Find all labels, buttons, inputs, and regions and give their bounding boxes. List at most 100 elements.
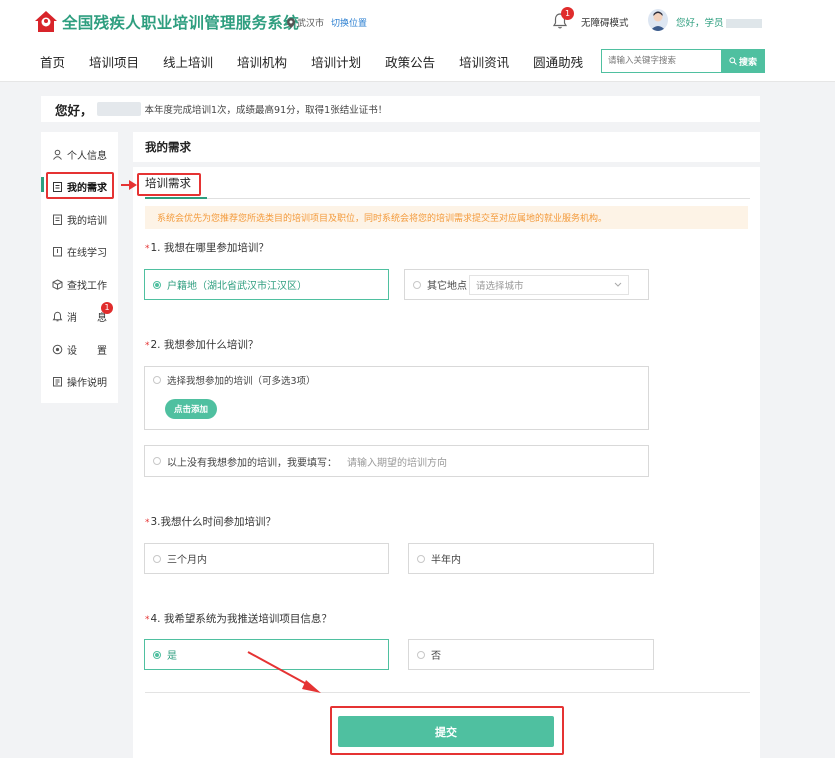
sidebar-item-manual[interactable]: 操作说明 — [52, 374, 107, 389]
sidebar-item-label: 操作说明 — [67, 378, 107, 389]
required-mark: * — [145, 341, 150, 351]
welcome-hello: 您好， — [55, 102, 93, 118]
nav-training-projects[interactable]: 培训项目 — [89, 52, 139, 71]
option-label: 是 — [167, 651, 177, 662]
option-yes[interactable]: 是 — [144, 639, 389, 670]
notification-badge: 1 — [561, 7, 574, 20]
book-icon — [53, 247, 62, 257]
nav-training-institutions[interactable]: 培训机构 — [237, 52, 287, 71]
welcome-bar: 您好， 本年度完成培训1次，成绩最高91分，取得1张结业证书！ — [41, 96, 760, 122]
custom-training-input[interactable]: 请输入期望的培训方向 — [347, 454, 447, 469]
cube-icon — [52, 279, 63, 290]
switch-location-link[interactable]: 切换位置 — [331, 16, 367, 29]
required-mark: * — [145, 518, 150, 528]
option-label: 三个月内 — [167, 555, 207, 566]
question-4-label: 4. 我希望系统为我推送培训项目信息？ — [150, 613, 332, 625]
add-training-button[interactable]: 点击添加 — [165, 399, 217, 419]
multi-select-label: 选择我想参加的培训（可多选3项） — [167, 376, 316, 387]
notice-banner: 系统会优先为您推荐您所选类目的培训项目及职位，同时系统会将您的培训需求提交至对应… — [145, 206, 748, 229]
question-2-label: 2. 我想参加什么培训？ — [150, 339, 259, 351]
nav-news[interactable]: 培训资讯 — [459, 52, 509, 71]
training-multi-select: 选择我想参加的培训（可多选3项） 点击添加 — [144, 366, 649, 430]
username-redacted — [96, 102, 141, 116]
nav-policy[interactable]: 政策公告 — [385, 52, 435, 71]
highlight-box-tab — [137, 173, 201, 196]
option-label: 半年内 — [431, 555, 461, 566]
tab-divider — [145, 198, 750, 199]
search-input[interactable] — [601, 49, 721, 73]
question-2: *2. 我想参加什么培训？ — [145, 337, 258, 352]
sidebar-item-my-training[interactable]: 我的培训 — [52, 212, 107, 227]
nav-training-plans[interactable]: 培训计划 — [311, 52, 361, 71]
question-1-label: 1. 我想在哪里参加培训？ — [150, 242, 269, 254]
radio-unselected — [153, 457, 161, 465]
site-name: 全国残疾人职业培训管理服务系统 — [62, 14, 300, 32]
main-nav: 首页 培训项目 线上培训 培训机构 培训计划 政策公告 培训资讯 圆通助残 — [40, 52, 607, 71]
user-greeting[interactable]: 您好，学员 — [676, 15, 762, 29]
radio-unselected — [153, 376, 161, 384]
nav-online-training[interactable]: 线上培训 — [163, 52, 213, 71]
question-4: *4. 我希望系统为我推送培训项目信息？ — [145, 611, 332, 626]
radio-unselected — [417, 650, 425, 659]
multi-select-option[interactable]: 选择我想参加的培训（可多选3项） — [153, 373, 316, 387]
sidebar-item-label: 查找工作 — [67, 281, 107, 292]
question-1: *1. 我想在哪里参加培训？ — [145, 240, 269, 255]
sidebar-item-label: 在线学习 — [67, 248, 107, 259]
main-header: 我的需求 — [133, 132, 760, 162]
radio-unselected — [153, 554, 161, 563]
gear-icon — [52, 344, 63, 355]
option-home-location[interactable]: 户籍地（湖北省武汉市江汉区） — [144, 269, 389, 300]
sidebar-item-label: 设 置 — [67, 346, 107, 357]
greeting-text: 您好，学员 — [676, 18, 724, 29]
username-redacted — [725, 19, 762, 28]
welcome-summary: 本年度完成培训1次，成绩最高91分，取得1张结业证书！ — [144, 105, 388, 116]
highlight-box-sidebar — [46, 172, 114, 199]
avatar-person-icon — [650, 11, 666, 31]
document-icon — [53, 214, 62, 225]
nav-assistance[interactable]: 圆通助残 — [533, 52, 583, 71]
required-mark: * — [145, 615, 150, 625]
bell-icon — [52, 311, 63, 322]
option-label: 否 — [431, 651, 441, 662]
search-button-label: 搜索 — [738, 57, 757, 68]
sidebar-item-settings[interactable]: 设 置 — [52, 342, 107, 357]
option-three-months[interactable]: 三个月内 — [144, 543, 389, 574]
avatar[interactable] — [648, 9, 668, 31]
search-bar: 搜索 — [601, 49, 765, 73]
user-icon — [53, 149, 62, 160]
manual-icon — [53, 377, 62, 387]
message-badge: 1 — [101, 302, 113, 314]
sidebar-item-label: 我的培训 — [67, 216, 107, 227]
chevron-down-icon — [614, 282, 622, 287]
page-title: 我的需求 — [145, 140, 191, 154]
needs-form: 培训需求 系统会优先为您推荐您所选类目的培训项目及职位，同时系统会将您的培训需求… — [133, 167, 760, 758]
active-indicator — [41, 177, 44, 192]
site-logo[interactable]: 全国残疾人职业培训管理服务系统 — [34, 10, 299, 34]
custom-training-option[interactable]: 以上没有我想参加的培训，我要填写： 请输入期望的培训方向 — [144, 445, 649, 477]
option-label: 户籍地（湖北省武汉市江汉区） — [167, 281, 307, 292]
location: 武汉市 切换位置 — [287, 16, 367, 29]
city-select[interactable]: 请选择城市 — [469, 274, 629, 295]
highlight-box-submit — [330, 706, 564, 755]
question-3-label: 3.我想什么时间参加培训？ — [150, 516, 277, 528]
accessible-mode-link[interactable]: 无障碍模式 — [581, 15, 629, 29]
sidebar-item-online-learning[interactable]: 在线学习 — [52, 244, 107, 259]
form-divider — [145, 692, 750, 693]
sidebar-item-label: 个人信息 — [67, 151, 107, 162]
option-half-year[interactable]: 半年内 — [408, 543, 654, 574]
custom-training-label: 以上没有我想参加的培训，我要填写： — [167, 457, 337, 469]
sidebar-item-messages[interactable]: 消 息 — [52, 309, 107, 324]
nav-home[interactable]: 首页 — [40, 52, 65, 71]
sidebar-item-find-job[interactable]: 查找工作 — [52, 277, 107, 292]
tab-active-underline — [145, 197, 207, 199]
logo-house-icon — [35, 11, 57, 32]
question-3: *3.我想什么时间参加培训？ — [145, 514, 276, 529]
city-select-placeholder: 请选择城市 — [476, 280, 524, 292]
sidebar-item-profile[interactable]: 个人信息 — [52, 147, 107, 162]
option-other-location[interactable]: 其它地点 请选择城市 — [404, 269, 649, 300]
search-button[interactable]: 搜索 — [721, 49, 765, 73]
current-city: 武汉市 — [297, 19, 325, 29]
search-icon — [729, 57, 737, 65]
option-no[interactable]: 否 — [408, 639, 654, 670]
radio-unselected — [413, 280, 421, 289]
